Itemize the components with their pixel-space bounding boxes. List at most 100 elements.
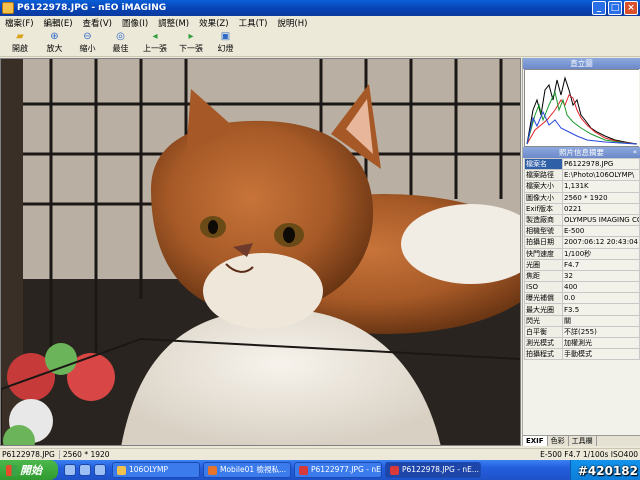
exif-key: 檔案大小 [524, 180, 563, 193]
exif-value: 不詳(255) [562, 325, 640, 339]
exif-value: 手動模式 [562, 348, 640, 361]
tab-color[interactable]: 色彩 [547, 436, 569, 446]
exif-row[interactable]: 製造廠商 OLYMPUS IMAGING CO [524, 213, 640, 227]
exif-key: 曝光補償 [524, 292, 563, 305]
zoom-in-label: 放大 [46, 44, 63, 53]
close-button[interactable]: × [624, 1, 638, 15]
exif-row[interactable]: ISO 400 [524, 281, 640, 294]
exif-row[interactable]: 閃光關 [524, 314, 640, 327]
best-fit-button[interactable]: ◎ 最佳 [104, 29, 137, 56]
next-icon: ▸ [188, 31, 194, 42]
exif-value: 2560 * 1920 [562, 191, 640, 204]
cat-photo [1, 59, 520, 445]
next-button[interactable]: ▸ 下一張 [173, 29, 209, 56]
tab-exif[interactable]: EXIF [523, 436, 548, 446]
open-folder-icon: ▰ [16, 31, 24, 42]
menu-edit[interactable]: 編輯(E) [39, 17, 78, 29]
app-icon [2, 2, 14, 14]
open-label: 開啟 [12, 44, 28, 53]
task-button-image1[interactable]: P6122977.JPG - nE... [294, 462, 382, 478]
exif-key: 圖像大小 [524, 191, 563, 204]
status-image-size: 2560 * 1920 [62, 450, 110, 459]
info-title: 照片信息摘要 [559, 148, 604, 157]
info-header[interactable]: 照片信息摘要 « [523, 147, 640, 158]
exif-row[interactable]: 拍攝日期 2007:06:12 20:43:04 [524, 236, 640, 249]
exif-key: 光圈 [524, 258, 563, 271]
exif-row[interactable]: 白平衡 不詳(255) [524, 325, 640, 339]
exif-row[interactable]: 曝光補償 0.0 [524, 292, 640, 305]
exif-row[interactable]: 拍攝程式 手動模式 [524, 348, 640, 361]
exif-row[interactable]: 焦距 32 [524, 269, 640, 283]
status-bar: P6122978.JPG 2560 * 1920 E-500 F4.7 1/10… [0, 448, 640, 460]
exif-row[interactable]: 檔案名 P6122978.JPG [524, 157, 640, 171]
task-button-image2[interactable]: P6122978.JPG - nE... [385, 462, 481, 478]
exif-table: 檔案名 P6122978.JPG 檔案路徑 E:\Photo\106OLYMP\ 檔… [524, 157, 640, 361]
firefox-icon [208, 465, 217, 475]
start-button[interactable]: 開始 [0, 460, 58, 480]
exif-value: 400 [562, 281, 640, 294]
exif-row[interactable]: 快門速度 1/100秒 [524, 247, 640, 260]
task-label: 106OLYMP [129, 465, 168, 474]
exif-value: 關 [562, 314, 640, 327]
menu-tools[interactable]: 工具(T) [234, 17, 273, 29]
minimize-button[interactable]: _ [592, 1, 606, 15]
task-label: Mobile01 檢視私... [220, 465, 287, 474]
exif-row[interactable]: 檔案路徑 E:\Photo\106OLYMP\ [524, 169, 640, 182]
menu-image[interactable]: 圖像(I) [117, 17, 153, 29]
zoom-in-button[interactable]: ⊕ 放大 [38, 29, 71, 56]
exif-key: 最大光圈 [524, 303, 563, 316]
exif-value: F4.7 [562, 258, 640, 271]
slideshow-button[interactable]: ▣ 幻燈 [209, 29, 242, 56]
exif-row[interactable]: 光圈 F4.7 [524, 258, 640, 271]
exif-row[interactable]: Exif版本 0221 [524, 202, 640, 215]
status-camera-info: E-500 F4.7 1/100s ISO400 [540, 450, 638, 459]
exif-row[interactable]: 測光模式 加權測光 [524, 336, 640, 350]
task-label: P6122978.JPG - nE... [402, 465, 479, 474]
exif-key: 相機型號 [524, 225, 563, 238]
browser-icon[interactable] [79, 464, 91, 476]
exif-key: 閃光 [524, 314, 563, 327]
exif-key: 拍攝日期 [524, 236, 563, 249]
tab-toolbar[interactable]: 工具欄 [568, 436, 597, 446]
exif-value: E:\Photo\106OLYMP\ [562, 169, 640, 182]
exif-row[interactable]: 相機型號 E-500 [524, 225, 640, 238]
exif-row[interactable]: 最大光圈 F3.5 [524, 303, 640, 316]
menu-help[interactable]: 說明(H) [272, 17, 312, 29]
desktop-icon[interactable] [64, 464, 76, 476]
open-button[interactable]: ▰ 開啟 [2, 29, 38, 56]
exif-key: 測光模式 [524, 336, 563, 350]
exif-value: F3.5 [562, 303, 640, 316]
exif-row[interactable]: 圖像大小 2560 * 1920 [524, 191, 640, 204]
collapse-chevron-icon[interactable]: « [633, 147, 637, 158]
image-app-icon [299, 465, 308, 475]
exif-value: 0221 [562, 202, 640, 215]
histogram-graph [525, 70, 639, 146]
zoom-out-button[interactable]: ⊖ 縮小 [71, 29, 104, 56]
previous-label: 上一張 [143, 44, 167, 53]
task-button-folder[interactable]: 106OLYMP [112, 462, 200, 478]
title-bar[interactable]: P6122978.JPG - nEO iMAGING _ □ × [0, 0, 640, 16]
menu-file[interactable]: 檔案(F) [0, 17, 39, 29]
start-label: 開始 [20, 464, 42, 477]
task-label: P6122977.JPG - nE... [311, 465, 382, 474]
maximize-button[interactable]: □ [608, 1, 622, 15]
menu-effects[interactable]: 效果(Z) [194, 17, 233, 29]
histogram [524, 69, 639, 147]
media-player-icon[interactable] [94, 464, 106, 476]
taskbar: 開始 106OLYMP Mobile01 檢視私... P6122977.JPG… [0, 460, 640, 480]
previous-button[interactable]: ◂ 上一張 [137, 29, 173, 56]
photo-viewer[interactable] [0, 58, 521, 446]
image-app-icon [390, 465, 399, 475]
task-button-browser[interactable]: Mobile01 檢視私... [203, 462, 291, 478]
menu-adjust[interactable]: 調整(M) [153, 17, 194, 29]
info-panel: 直立圖 照片信息摘要 « 檔案名 P6122978.JPG 檔案路徑 E:\Phot… [522, 58, 640, 446]
best-fit-label: 最佳 [112, 44, 129, 53]
window-title: P6122978.JPG - nEO iMAGING [17, 3, 167, 13]
exif-value: P6122978.JPG [562, 157, 640, 171]
exif-value: 0.0 [562, 292, 640, 305]
exif-row[interactable]: 檔案大小 1,131K [524, 180, 640, 193]
zoom-out-icon: ⊖ [83, 31, 92, 42]
menu-view[interactable]: 查看(V) [78, 17, 117, 29]
exif-key: 檔案名 [524, 157, 563, 171]
quick-launch [64, 464, 106, 476]
